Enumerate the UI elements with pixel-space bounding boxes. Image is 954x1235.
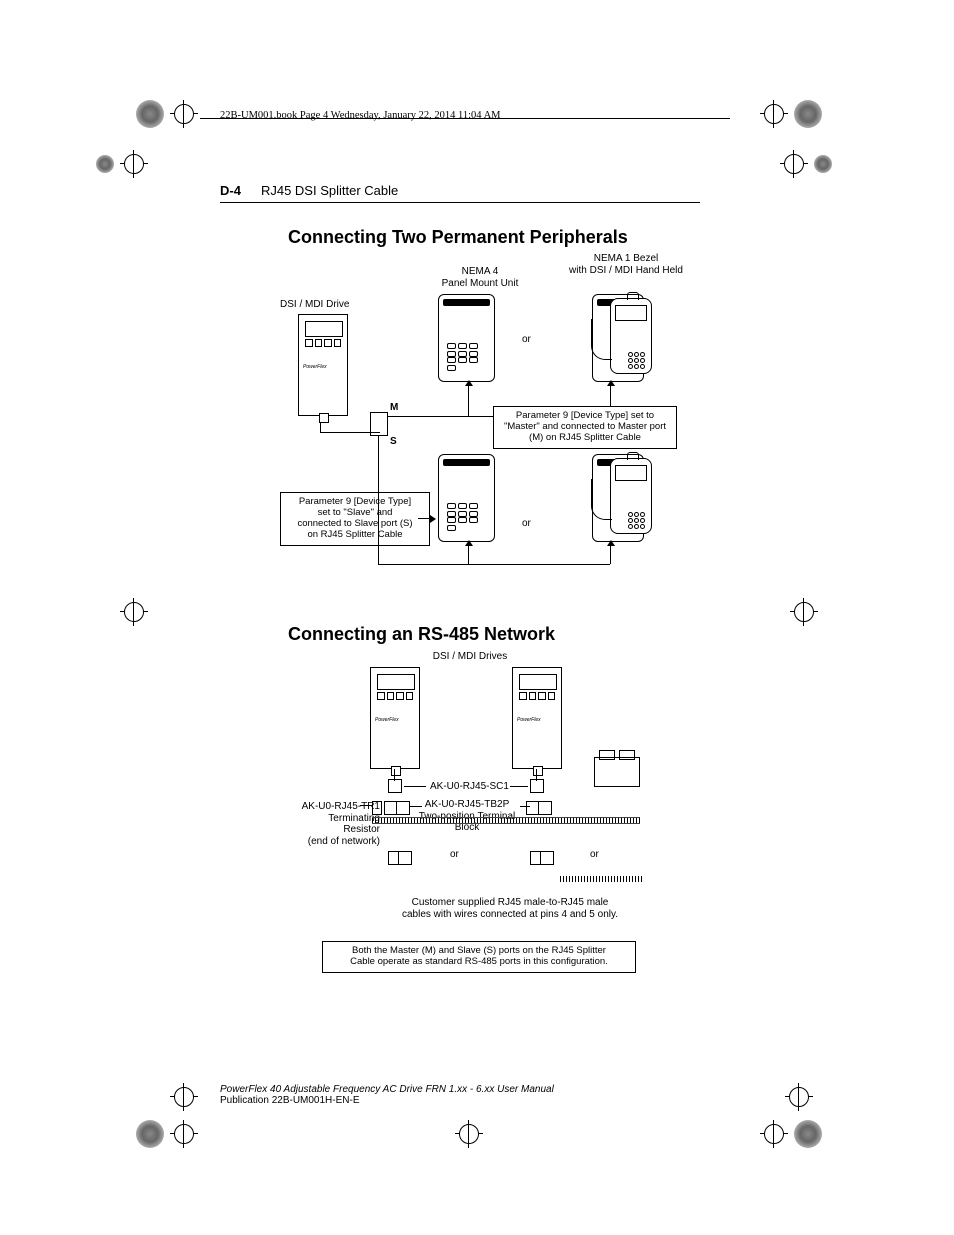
label-or-2b: or bbox=[590, 849, 599, 861]
note-both-ports: Both the Master (M) and Slave (S) ports … bbox=[322, 941, 636, 973]
section-heading-peripherals: Connecting Two Permanent Peripherals bbox=[288, 227, 730, 248]
note-master: Parameter 9 [Device Type] set to "Master… bbox=[493, 406, 677, 449]
chapter-title: RJ45 DSI Splitter Cable bbox=[261, 183, 398, 198]
label-or-top: or bbox=[522, 334, 531, 346]
label-or-bottom: or bbox=[522, 518, 531, 530]
rj-male-icon bbox=[540, 851, 554, 865]
drive-unit-icon-3: PowerFlex bbox=[512, 667, 562, 769]
label-or-2a: or bbox=[450, 849, 459, 861]
rj-male-icon bbox=[398, 851, 412, 865]
page-footer: PowerFlex 40 Adjustable Frequency AC Dri… bbox=[220, 1084, 554, 1106]
page-number: D-4 bbox=[220, 183, 241, 198]
nema4-panel-icon-2 bbox=[438, 454, 495, 542]
nema4-panel-icon bbox=[438, 294, 495, 382]
page-heading: D-4 RJ45 DSI Splitter Cable bbox=[220, 183, 730, 198]
crop-mark-br bbox=[760, 1120, 828, 1148]
section-heading-rs485: Connecting an RS-485 Network bbox=[288, 624, 730, 645]
terminal-block-icon bbox=[538, 801, 552, 815]
crop-mark-br2 bbox=[785, 1083, 813, 1111]
note-slave: Parameter 9 [Device Type] set to "Slave"… bbox=[280, 492, 430, 546]
crop-mark-tr2 bbox=[780, 150, 838, 178]
crop-mark-tl bbox=[130, 100, 198, 128]
rj-connector-icon bbox=[530, 779, 544, 793]
dual-rj-splitter-icon bbox=[594, 757, 640, 787]
label-tr1: AK-U0-RJ45-TR1 Terminating Resistor (end… bbox=[290, 801, 380, 847]
crop-mark-mr bbox=[790, 598, 818, 626]
crop-mark-tr bbox=[760, 100, 828, 128]
label-drive: DSI / MDI Drive bbox=[280, 299, 349, 311]
crop-mark-bl2 bbox=[170, 1083, 198, 1111]
bus-segment-icon bbox=[560, 876, 644, 882]
crop-mark-tl2 bbox=[90, 150, 148, 178]
label-sc1: AK-U0-RJ45-SC1 bbox=[430, 781, 509, 793]
handheld-icon bbox=[610, 298, 652, 374]
label-drives: DSI / MDI Drives bbox=[400, 651, 540, 663]
drive-unit-icon-2: PowerFlex bbox=[370, 667, 420, 769]
crop-mark-bc bbox=[455, 1120, 483, 1148]
crop-mark-bl bbox=[130, 1120, 198, 1148]
label-customer-cable: Customer supplied RJ45 male-to-RJ45 male… bbox=[380, 897, 640, 920]
label-s: S bbox=[390, 436, 397, 448]
label-nema4: NEMA 4 Panel Mount Unit bbox=[420, 266, 540, 289]
label-nema1: NEMA 1 Bezel with DSI / MDI Hand Held bbox=[556, 253, 696, 276]
label-m: M bbox=[390, 402, 398, 414]
handheld-icon-2 bbox=[610, 458, 652, 534]
drive-unit-icon: PowerFlex bbox=[298, 314, 348, 416]
terminal-block-icon bbox=[396, 801, 410, 815]
crop-mark-ml bbox=[120, 598, 148, 626]
bus-segment-icon bbox=[560, 817, 644, 823]
rj-connector-icon bbox=[388, 779, 402, 793]
